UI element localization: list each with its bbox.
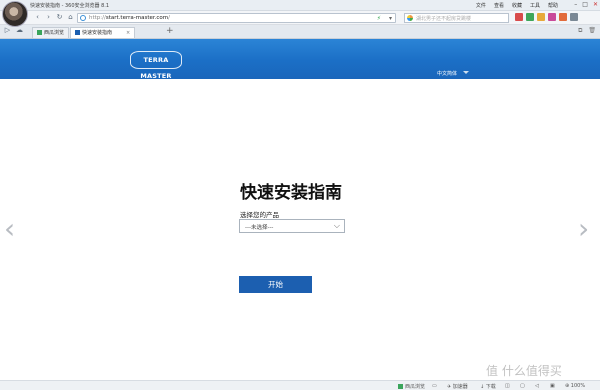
menu-tools[interactable]: 工具: [530, 2, 540, 9]
accelerator-label: 加速器: [452, 384, 468, 390]
back-icon[interactable]: ‹: [33, 13, 42, 22]
notification-icon[interactable]: ▣: [550, 383, 555, 389]
forward-icon[interactable]: ›: [44, 13, 53, 22]
tab-label: 快速安装指南: [82, 30, 113, 36]
window-controls: – □ ✕: [574, 1, 598, 8]
web-page: TERRA MASTER 中文简体 ‹ › 快速安装指南 选择您的产品 ---未…: [0, 39, 600, 380]
tab-close-icon[interactable]: ×: [126, 30, 130, 36]
tab-xigua[interactable]: 西瓜浏览: [32, 27, 70, 38]
new-tab-button[interactable]: +: [166, 26, 174, 36]
site-header: TERRA MASTER 中文简体: [0, 39, 600, 80]
tab-bar-actions: ⧉ 🗑: [578, 27, 596, 35]
close-icon[interactable]: ✕: [593, 1, 598, 8]
navigation-bar: ‹ › ↻ ⌂ http://start.terra-master.com/ ⚡…: [0, 11, 600, 25]
tab-quick-install-guide[interactable]: 快速安装指南 ×: [70, 27, 136, 38]
volume-icon[interactable]: ◁: [535, 383, 539, 389]
start-button[interactable]: 开始: [239, 276, 312, 293]
language-selector[interactable]: 中文简体: [437, 70, 470, 77]
toolbar-icons: [515, 13, 578, 21]
menu-favorites[interactable]: 收藏: [512, 2, 522, 9]
title-bar: 快速安装指南 - 360安全浏览器 8.1 文件 查看 收藏 工具 帮助 – □…: [0, 0, 600, 11]
dropdown-icon[interactable]: ▾: [389, 15, 392, 22]
product-label: 选择您的产品: [240, 211, 279, 219]
tab-label: 西瓜浏览: [44, 30, 65, 36]
accelerate-icon[interactable]: ⚡: [377, 15, 381, 22]
tab-favicon-icon: [37, 30, 42, 35]
accelerator-item[interactable]: ✈ 加速器: [447, 383, 468, 390]
menu-bar: 文件 查看 收藏 工具 帮助: [476, 2, 558, 9]
extension-icon[interactable]: [548, 13, 556, 21]
xigua-icon: [398, 384, 403, 389]
extension-icon[interactable]: [515, 13, 523, 21]
sidebar-toggle-icon[interactable]: ▷: [3, 26, 12, 35]
page-title: 快速安装指南: [240, 183, 342, 203]
home-icon[interactable]: ⌂: [66, 13, 75, 22]
zoom-control[interactable]: ⊕ 100%: [565, 383, 585, 389]
address-bar[interactable]: http://start.terra-master.com/ ⚡ ▾: [77, 13, 396, 23]
trash-icon[interactable]: 🗑: [588, 27, 596, 35]
select-value: ---未选择---: [245, 225, 274, 231]
extension-icon[interactable]: [559, 13, 567, 21]
minimize-icon[interactable]: –: [574, 1, 577, 8]
next-arrow-icon[interactable]: ›: [578, 212, 589, 245]
previous-arrow-icon[interactable]: ‹: [4, 212, 15, 245]
extension-icon[interactable]: [537, 13, 545, 21]
window-icon[interactable]: ▭: [432, 383, 437, 389]
refresh-icon[interactable]: ↻: [55, 13, 64, 22]
download-item[interactable]: ↓ 下载: [480, 383, 496, 390]
download-label: 下载: [485, 384, 496, 390]
zoom-level: 100%: [570, 383, 586, 389]
search-box[interactable]: 湖北男子还不起房贷跳楼: [404, 13, 509, 23]
tab-favicon-icon: [75, 30, 80, 35]
maximize-icon[interactable]: □: [582, 1, 588, 8]
language-label: 中文简体: [437, 71, 458, 77]
status-bar: 西瓜浏览 ▭ ✈ 加速器 ↓ 下载 ◫ ▢ ◁ ▣ ⊕ 100%: [0, 380, 600, 390]
page-icon[interactable]: ▢: [520, 383, 525, 389]
browser-window: { "browser": { "window_title": "快速安装指南 -…: [0, 0, 600, 390]
screenshot-icon[interactable]: ◫: [505, 383, 510, 389]
user-avatar[interactable]: [2, 1, 28, 27]
status-xigua[interactable]: 西瓜浏览: [398, 383, 425, 390]
search-input[interactable]: 湖北男子还不起房贷跳楼: [416, 15, 471, 22]
tab-bar: ▷ ☁ 西瓜浏览 快速安装指南 × + ⧉ 🗑: [0, 25, 600, 39]
site-icon: [80, 15, 86, 21]
url-text[interactable]: http://start.terra-master.com/: [89, 15, 170, 21]
product-select[interactable]: ---未选择--- ⌵: [239, 219, 345, 233]
menu-view[interactable]: 查看: [494, 2, 504, 9]
terramaster-logo[interactable]: TERRA MASTER: [130, 51, 182, 80]
watermark: 值 什么值得买: [486, 364, 562, 378]
menu-icon[interactable]: [570, 13, 578, 21]
menu-file[interactable]: 文件: [476, 2, 486, 9]
cloud-icon[interactable]: ☁: [15, 26, 24, 35]
menu-help[interactable]: 帮助: [548, 2, 558, 9]
chevron-down-icon: ⌵: [333, 221, 340, 230]
chevron-down-icon: [463, 71, 470, 74]
restore-tab-icon[interactable]: ⧉: [578, 27, 582, 35]
extension-icon[interactable]: [526, 13, 534, 21]
status-xigua-label: 西瓜浏览: [405, 384, 426, 390]
window-title: 快速安装指南 - 360安全浏览器 8.1: [30, 3, 110, 9]
search-engine-icon[interactable]: [407, 15, 413, 21]
